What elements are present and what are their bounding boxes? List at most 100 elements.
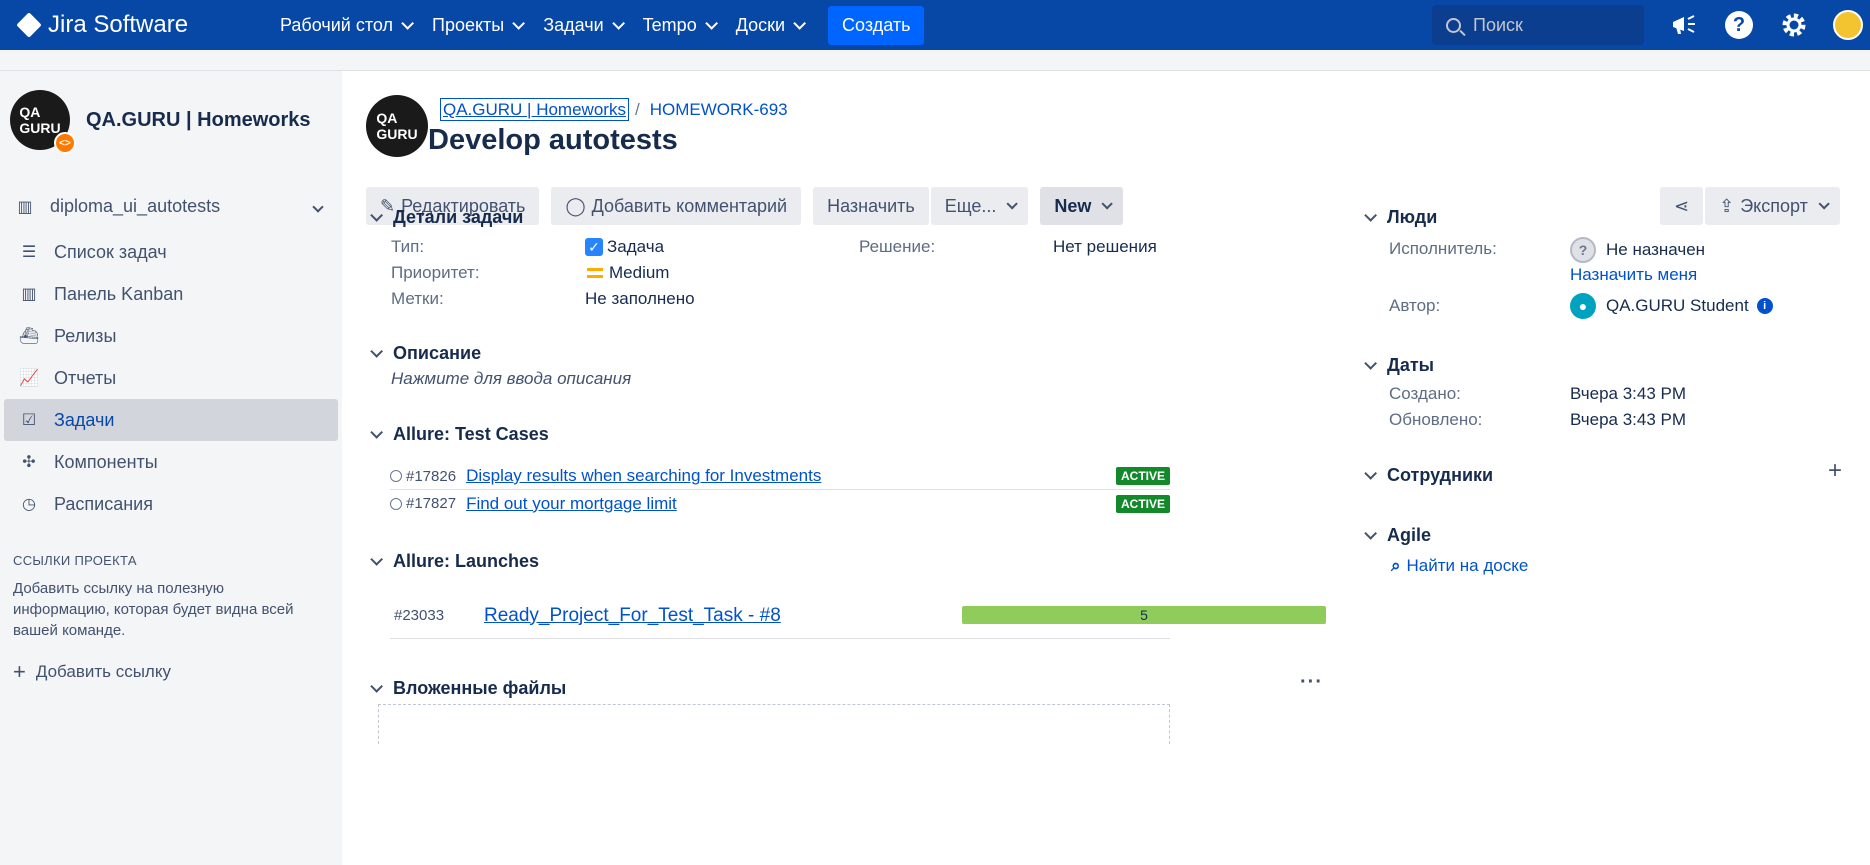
project-header[interactable]: QA GURU <> QA.GURU | Homeworks [10,90,342,154]
status-label: New [1054,195,1092,216]
details-toggle[interactable]: Детали задачи [366,207,523,228]
people-toggle[interactable]: Люди [1360,207,1437,228]
plus-icon: + [13,659,26,684]
user-avatar[interactable] [1832,9,1864,41]
breadcrumb-issue-key[interactable]: HOMEWORK-693 [650,100,788,119]
sidebar-item-releases[interactable]: ⛴ Релизы [4,315,338,357]
share-button[interactable]: ⋖ [1660,187,1704,225]
chevron-down-icon [370,345,383,358]
type-text: Задача [607,237,665,256]
launch-result-bar: 5 [962,606,1326,624]
attachments-toggle[interactable]: Вложенные файлы [366,678,566,699]
launch-link[interactable]: Ready_Project_For_Test_Task - #8 [484,605,781,627]
sidebar-item-kanban[interactable]: ▥ Панель Kanban [4,273,338,315]
priority-label: Приоритет: [391,263,480,282]
issue-summary[interactable]: Develop autotests [428,124,788,157]
nav-tempo[interactable]: Tempo [642,14,718,36]
type-value: ✓ Задача [585,237,664,257]
nav-dashboards[interactable]: Рабочий стол [280,14,414,36]
top-navigation-bar: Jira Software Рабочий стол Проекты Задач… [0,0,1870,50]
staff-title: Сотрудники [1387,465,1494,485]
board-selector[interactable]: ▥ diploma_ui_autotests [14,196,324,217]
megaphone-icon[interactable] [1668,9,1700,41]
gear-icon[interactable] [1778,9,1810,41]
app-name: Jira Software [48,11,189,38]
project-avatar[interactable]: QA GURU [366,95,428,157]
attachments-title: Вложенные файлы [393,678,567,698]
test-case-row: #17826 Display results when searching fo… [390,463,1170,490]
breadcrumb-separator: / [634,100,640,119]
search-input[interactable]: Поиск [1432,5,1644,45]
create-button[interactable]: Создать [828,5,925,45]
nav-projects[interactable]: Проекты [432,14,526,36]
sidebar-item-components[interactable]: ✣ Компоненты [4,441,338,483]
chevron-down-icon [1364,209,1377,222]
description-field[interactable]: Нажмите для ввода описания [391,369,631,389]
assignee-text: Не назначен [1606,240,1706,259]
chevron-down-icon [512,16,526,30]
assign-button[interactable]: Назначить [813,187,929,225]
sidebar-item-schedules[interactable]: ◷ Расписания [4,483,338,525]
test-case-link[interactable]: Find out your mortgage limit [466,494,677,514]
assign-to-me-link[interactable]: Назначить меня [1570,265,1697,285]
board-icon: ▥ [21,286,37,303]
labels-value[interactable]: Не заполнено [585,289,695,309]
find-on-board-link[interactable]: ⌕ Найти на доске [1391,556,1528,576]
nav-projects-label: Проекты [432,14,505,35]
nav-issues-label: Задачи [543,14,604,35]
help-icon[interactable]: ? [1723,9,1755,41]
add-comment-label: Добавить комментарий [591,195,788,216]
export-button[interactable]: ⇪ Экспорт [1705,187,1840,225]
test-case-row: #17827 Find out your mortgage limit ACTI… [390,490,1170,517]
unassigned-avatar-icon: ? [1570,237,1596,263]
status-button[interactable]: New [1040,187,1124,225]
labels-label: Метки: [391,289,444,308]
ship-icon: ⛴ [18,328,40,345]
reporter-value[interactable]: ● QA.GURU Student i [1570,293,1773,319]
sidebar-item-issues[interactable]: ☑ Задачи [4,399,338,441]
dates-toggle[interactable]: Даты [1360,355,1434,376]
task-type-icon: ✓ [585,238,603,256]
status-badge: ACTIVE [1115,467,1170,485]
breadcrumb-project-link[interactable]: QA.GURU | Homeworks [440,98,629,121]
test-cases-toggle[interactable]: Allure: Test Cases [366,424,549,445]
project-name: QA.GURU | Homeworks [86,108,311,131]
board-icon: ▥ [17,198,33,216]
test-case-link[interactable]: Display results when searching for Inves… [466,466,821,486]
search-icon: ⌕ [1391,556,1401,575]
attachment-dropzone[interactable] [378,704,1170,744]
chevron-down-icon [1818,198,1830,210]
issues-icon: ☑ [21,412,37,429]
more-options-icon[interactable]: ··· [1300,671,1323,694]
chevron-down-icon [312,200,324,213]
sidebar-item-backlog[interactable]: ☰ Список задач [4,231,338,273]
sidebar-item-label: Задачи [54,409,115,430]
sidebar-item-label: Панель Kanban [54,283,184,304]
jira-logo[interactable]: Jira Software [16,11,248,39]
priority-medium-icon [587,268,603,278]
launches-toggle[interactable]: Allure: Launches [366,551,539,572]
details-title: Детали задачи [393,207,524,227]
chevron-down-icon [1364,527,1377,540]
sidebar-item-reports[interactable]: 📈 Отчеты [4,357,338,399]
created-label: Создано: [1389,384,1461,403]
add-comment-button[interactable]: ◯ Добавить комментарий [551,187,802,225]
chevron-down-icon [370,553,383,566]
add-link-button[interactable]: + Добавить ссылку [13,659,342,685]
nav-issues[interactable]: Задачи [543,14,625,36]
add-staff-icon[interactable]: + [1828,457,1842,485]
nav-boards[interactable]: Доски [736,15,807,36]
search-placeholder: Поиск [1473,14,1523,35]
project-links-hint: Добавить ссылку на полезную информацию, … [13,580,294,639]
sidebar-item-label: Расписания [54,493,153,514]
description-toggle[interactable]: Описание [366,343,481,364]
launch-row: #23033 Ready_Project_For_Test_Task - #8 … [390,593,1326,639]
nav-dashboards-label: Рабочий стол [280,14,393,35]
chevron-down-icon [704,16,718,30]
more-button[interactable]: Еще... [930,187,1029,225]
staff-toggle[interactable]: Сотрудники [1360,465,1493,486]
nav-tempo-label: Tempo [642,14,697,35]
agile-toggle[interactable]: Agile [1360,525,1431,546]
created-value: Вчера 3:43 PM [1570,384,1687,403]
info-icon[interactable]: i [1756,298,1773,314]
